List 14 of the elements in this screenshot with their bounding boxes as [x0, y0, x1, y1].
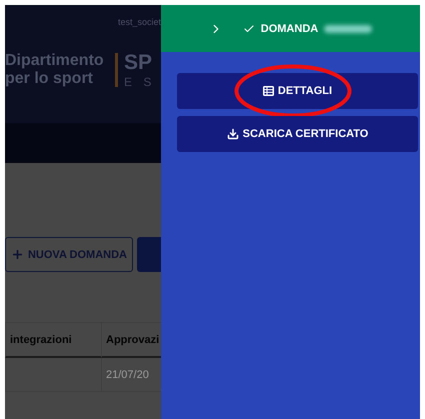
logo-text: Dipartimento: [5, 52, 105, 70]
blurred-number: [324, 24, 372, 32]
column-header: integrazioni: [5, 322, 101, 358]
plus-icon: [10, 248, 24, 261]
panel-title: DOMANDA: [260, 22, 318, 34]
logo-divider: [115, 53, 118, 87]
user-name: test_societ: [118, 17, 161, 27]
download-icon: [226, 128, 239, 140]
list-icon: [262, 86, 274, 96]
details-button[interactable]: DETTAGLI: [177, 73, 418, 109]
download-certificate-button[interactable]: SCARICA CERTIFICATO: [177, 116, 418, 152]
brand-text: SP: [124, 51, 154, 75]
logo-text: per lo sport: [5, 70, 94, 88]
check-icon: [242, 22, 255, 34]
